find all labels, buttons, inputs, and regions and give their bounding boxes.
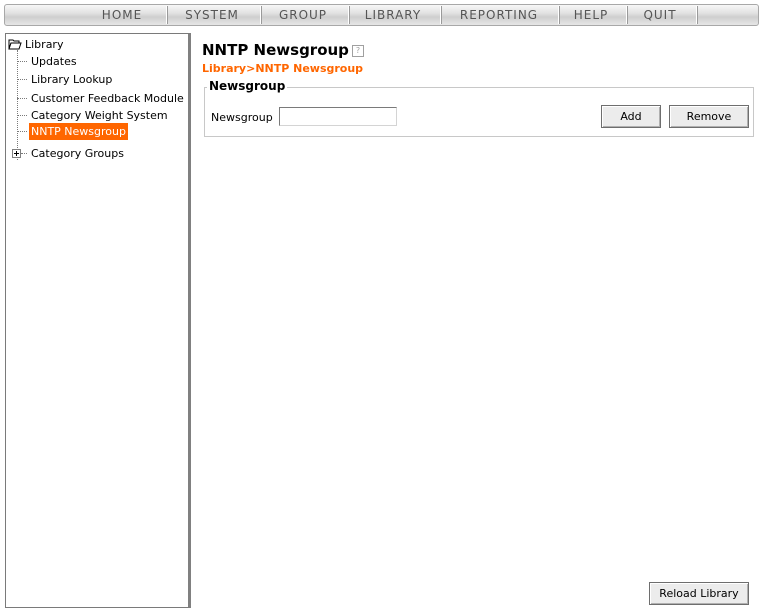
tree-root-label[interactable]: Library (23, 36, 65, 53)
newsgroup-field-label: Newsgroup (211, 111, 273, 124)
menu-help[interactable]: HELP (562, 4, 620, 26)
page-title: NNTP Newsgroup? (202, 41, 364, 59)
top-menu-bar: HOME SYSTEM GROUP LIBRARY REPORTING HELP… (0, 0, 763, 31)
menu-separator (260, 6, 262, 24)
tree-branch-line (17, 61, 27, 62)
navigation-tree: Library Updates Library Lookup Customer … (6, 34, 188, 607)
remove-button[interactable]: Remove (669, 105, 749, 128)
tree-item-label-selected[interactable]: NNTP Newsgroup (29, 123, 128, 140)
menu-group[interactable]: GROUP (264, 4, 342, 26)
tree-item-label[interactable]: Library Lookup (29, 71, 114, 88)
expand-plus-icon[interactable] (12, 149, 21, 158)
menu-separator (166, 6, 168, 24)
open-folder-icon (8, 38, 22, 50)
tree-item-label[interactable]: Category Groups (29, 145, 126, 162)
newsgroup-input[interactable] (279, 107, 397, 126)
newsgroup-fieldset: Newsgroup Newsgroup Add Remove (204, 79, 754, 137)
menu-separator (626, 6, 628, 24)
reload-library-button[interactable]: Reload Library (649, 582, 749, 605)
tree-branch-line (17, 98, 27, 99)
menu-separator (440, 6, 442, 24)
tree-item-label[interactable]: Customer Feedback Module (29, 90, 186, 107)
menu-separator (348, 6, 350, 24)
tree-branch-line (17, 79, 27, 80)
menu-home[interactable]: HOME (84, 4, 160, 26)
breadcrumb: Library>NNTP Newsgroup (202, 62, 364, 75)
main-content: NNTP Newsgroup? Library>NNTP Newsgroup N… (196, 33, 763, 611)
menu-separator (558, 6, 560, 24)
menu-reporting[interactable]: REPORTING (446, 4, 552, 26)
tree-item-label[interactable]: Updates (29, 53, 79, 70)
navigation-tree-panel: Library Updates Library Lookup Customer … (5, 33, 191, 608)
tree-branch-line (21, 153, 27, 154)
menu-quit[interactable]: QUIT (630, 4, 690, 26)
add-button[interactable]: Add (601, 105, 661, 128)
menu-library[interactable]: LIBRARY (352, 4, 434, 26)
help-icon[interactable]: ? (351, 44, 364, 57)
tree-item-label[interactable]: Category Weight System (29, 107, 170, 124)
fieldset-legend: Newsgroup (207, 79, 288, 93)
page-title-text: NNTP Newsgroup (202, 41, 349, 59)
menu-separator (696, 6, 698, 24)
menu-system[interactable]: SYSTEM (170, 4, 254, 26)
tree-branch-line (17, 115, 27, 116)
tree-connector-line (17, 50, 18, 160)
tree-branch-line (17, 131, 27, 132)
